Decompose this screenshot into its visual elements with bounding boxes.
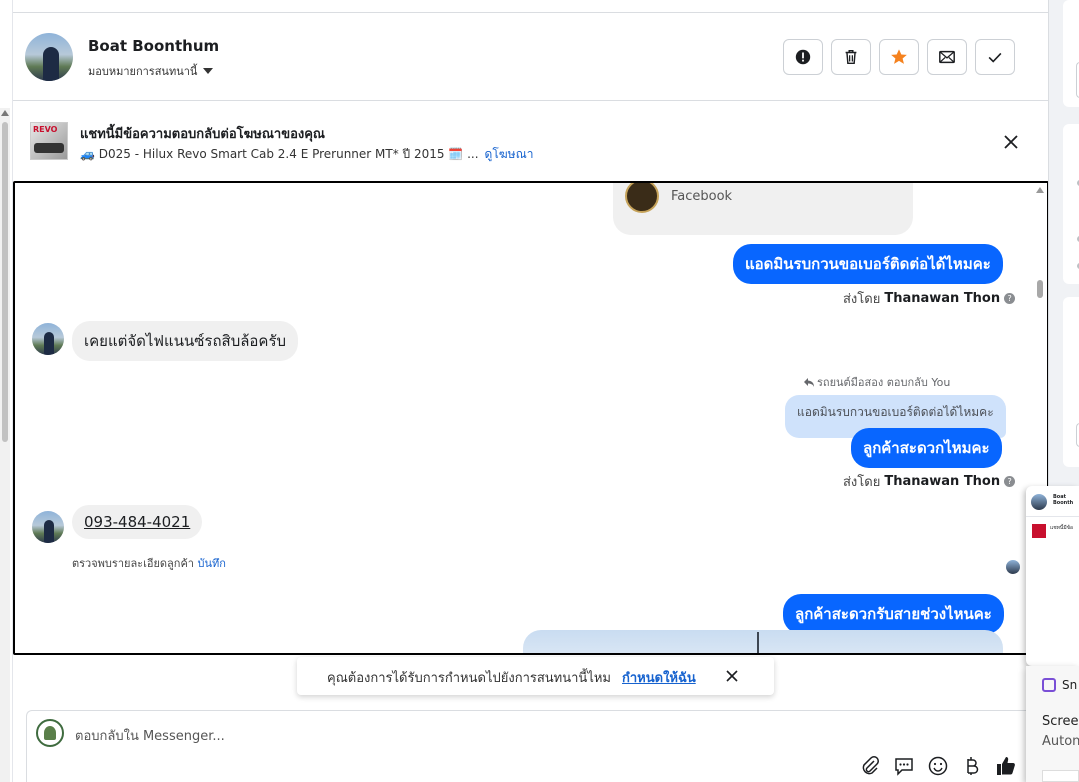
mini-ad-thumb (1032, 524, 1046, 538)
star-button[interactable] (879, 39, 919, 75)
mini-preview-window[interactable]: Boat Boonth แชทนี้มีข้อ (1026, 486, 1079, 666)
shared-post-card[interactable]: รถยนต์มือสอง Facebook (613, 181, 913, 235)
thumbs-up-icon[interactable] (995, 755, 1017, 777)
envelope-icon (939, 50, 955, 64)
conversation-header: Boat Boonthum มอบหมายการสนทนานี้ (13, 13, 1049, 101)
divider (1026, 516, 1079, 517)
notification-line-2: Auton (1042, 734, 1079, 749)
ad-thumb-text: REVO (33, 125, 58, 134)
mini-name: Boat Boonth (1053, 494, 1074, 506)
emoji-icon[interactable] (927, 755, 949, 777)
detect-text: ตรวจพบรายละเอียดลูกค้า (72, 557, 194, 570)
assign-to-me-link[interactable]: กำหนดให้ฉัน (622, 667, 696, 688)
save-details-link[interactable]: บันทึก (197, 557, 225, 570)
paperclip-icon[interactable] (859, 755, 881, 777)
card-source: Facebook (671, 189, 733, 204)
delete-button[interactable] (831, 39, 871, 75)
ad-banner-title: แชทนี้มีข้อความตอบกลับต่อโฆษณาของคุณ (80, 127, 325, 142)
saved-replies-icon[interactable] (893, 755, 915, 777)
message-outgoing[interactable]: แอดมินรบกวนขอเบอร์ติดต่อได้ไหมคะ (733, 244, 1003, 284)
ad-reply-banner: REVO แชทนี้มีข้อความตอบกลับต่อโฆษณาของคุ… (13, 102, 1049, 180)
scroll-up-arrow-icon[interactable] (1, 110, 9, 116)
baht-payment-icon[interactable] (961, 755, 983, 777)
page-avatar (36, 719, 64, 747)
message-outgoing[interactable]: ลูกค้าสะดวกรับสายช่วงไหนคะ (783, 594, 1004, 634)
ad-banner-subtitle: 🚙 D025 - Hilux Revo Smart Cab 2.4 E Prer… (80, 145, 533, 164)
notification-title: Sn (1062, 678, 1078, 692)
message-composer: ตอบกลับใน Messenger... (26, 710, 1049, 782)
page-logo (625, 183, 659, 213)
check-icon (988, 52, 1002, 63)
reply-label-text: รถยนต์มือสอง ตอบกลับ You (817, 376, 951, 389)
image-content (757, 632, 759, 653)
assign-prompt-text: คุณต้องการได้รับการกำหนดไปยังการสนทนานี้… (327, 671, 611, 686)
ad-thumbnail[interactable]: REVO (30, 122, 68, 160)
close-icon[interactable] (725, 669, 739, 683)
mark-spam-button[interactable] (783, 39, 823, 75)
scrollbar-thumb[interactable] (2, 122, 8, 442)
sent-by-name: Thanawan Thon (884, 474, 1001, 489)
reply-label: รถยนต์มือสอง ตอบกลับ You (803, 373, 950, 391)
alert-icon (795, 49, 811, 65)
contact-avatar-small (32, 511, 64, 543)
contact-avatar[interactable] (25, 33, 73, 81)
customer-details-detected: ตรวจพบรายละเอียดลูกค้า บันทึก (72, 554, 226, 572)
messenger-inbox-page: Boat Boonthum มอบหมายการสนทนานี้ REVO แช… (0, 0, 1079, 782)
assign-conversation-dropdown[interactable]: มอบหมายการสนทนานี้ (88, 62, 214, 80)
reply-arrow-icon (804, 378, 814, 387)
reply-input[interactable]: ตอบกลับใน Messenger... (75, 725, 225, 746)
header-actions (783, 39, 1015, 75)
help-icon[interactable]: ? (1004, 476, 1016, 487)
message-thread[interactable]: รถยนต์มือสอง Facebook แอดมินรบกวนขอเบอร์… (13, 181, 1049, 655)
contact-name[interactable]: Boat Boonthum (88, 37, 219, 55)
page-scrollbar[interactable] (0, 108, 10, 782)
ad-name: 🚙 D025 - Hilux Revo Smart Cab 2.4 E Prer… (80, 147, 479, 161)
car-image (34, 143, 64, 153)
message-outgoing[interactable]: ลูกค้าสะดวกไหมคะ (851, 428, 1002, 468)
conversation-panel: Boat Boonthum มอบหมายการสนทนานี้ REVO แช… (12, 0, 1049, 782)
contact-avatar-small (32, 323, 64, 355)
notification-header: Sn (1042, 678, 1077, 692)
sent-by-label: ส่งโดย Thanawan Thon ? (843, 288, 1016, 309)
caret-down-icon (203, 68, 214, 74)
sent-by-label: ส่งโดย Thanawan Thon ? (843, 471, 1016, 492)
mark-done-button[interactable] (975, 39, 1015, 75)
help-icon[interactable]: ? (1004, 293, 1016, 304)
sent-by-name: Thanawan Thon (884, 291, 1001, 306)
sent-by-prefix: ส่งโดย (843, 292, 881, 307)
assign-label: มอบหมายการสนทนานี้ (88, 65, 198, 78)
mark-unread-button[interactable] (927, 39, 967, 75)
notification-line-1: Screen (1042, 714, 1079, 729)
mini-avatar (1031, 494, 1047, 510)
close-icon[interactable] (1003, 134, 1019, 150)
snipping-tool-notification[interactable]: Sn Screen Auton (1026, 666, 1079, 782)
sent-by-prefix: ส่งโดย (843, 475, 881, 490)
phone-number-message[interactable]: 093-484-4021 (72, 505, 203, 539)
assign-prompt: คุณต้องการได้รับการกำหนดไปยังการสนทนานี้… (297, 657, 774, 695)
message-incoming[interactable]: เคยแต่จัดไฟแนนซ์รถสิบล้อครับ (72, 321, 299, 361)
details-card (1063, 124, 1079, 284)
view-ad-link[interactable]: ดูโฆษณา (485, 145, 534, 164)
snipping-tool-icon (1042, 678, 1056, 692)
card-title-cut: รถยนต์มือสอง (671, 181, 749, 183)
trash-icon (845, 49, 857, 65)
star-icon (891, 49, 907, 64)
thread-scrollbar-thumb[interactable] (1037, 280, 1043, 298)
seen-avatar (1006, 560, 1020, 574)
mini-preview: แชทนี้มีข้อ (1050, 525, 1074, 531)
notification-action[interactable] (1042, 770, 1079, 782)
scroll-up-arrow-icon[interactable] (1036, 187, 1044, 193)
image-message[interactable] (523, 630, 1003, 653)
composer-tools (859, 755, 1017, 777)
